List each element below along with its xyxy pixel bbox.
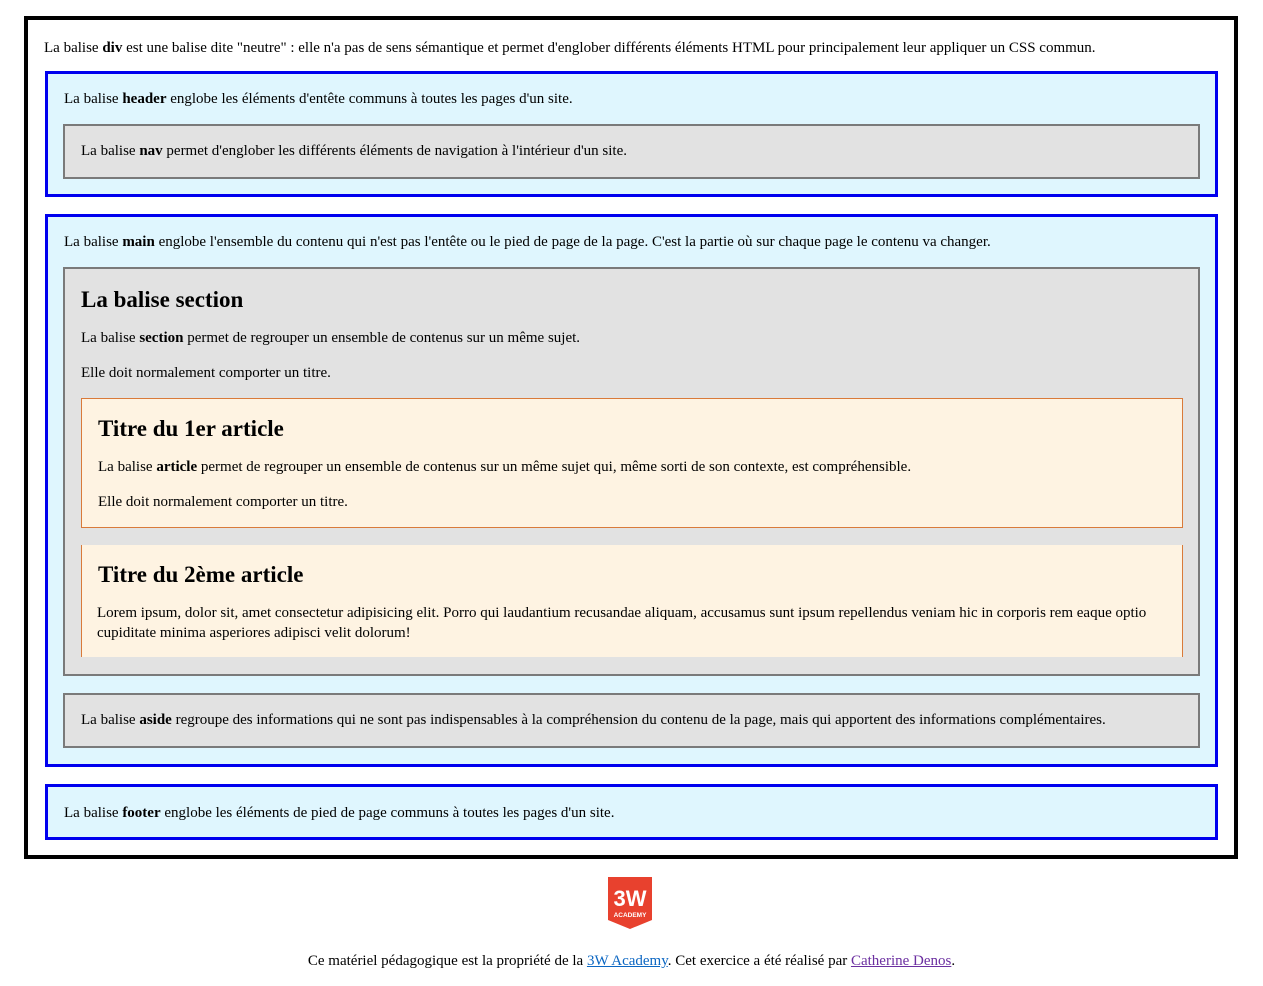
div-block: La balise div est une balise dite "neutr…	[24, 16, 1238, 859]
credits-line: Ce matériel pédagogique est la propriété…	[307, 953, 956, 969]
section-tag-name: section	[139, 330, 184, 346]
3w-academy-link[interactable]: 3W Academy	[587, 953, 668, 969]
section-paragraph-2: Elle doit normalement comporter un titre…	[81, 365, 331, 381]
article-1-title: Titre du 1er article	[98, 416, 284, 441]
aside-tag-name: aside	[139, 712, 172, 728]
nav-block: La balise nav permet d'englober les diff…	[63, 124, 1200, 179]
main-tag-name: main	[122, 234, 155, 250]
author-link[interactable]: Catherine Denos	[851, 953, 951, 969]
nav-description: La balise nav permet d'englober les diff…	[81, 143, 628, 159]
3w-academy-logo: 3W ACADEMY	[608, 877, 652, 929]
footer-block: La balise footer englobe les éléments de…	[45, 784, 1218, 840]
aside-description: La balise aside regroupe des information…	[81, 712, 1106, 728]
article-1-paragraph-2: Elle doit normalement comporter un titre…	[98, 494, 348, 510]
section-title: La balise section	[81, 287, 244, 312]
article-2-title: Titre du 2ème article	[98, 562, 304, 587]
div-description: La balise div est une balise dite "neutr…	[44, 40, 1096, 56]
article-1: Titre du 1er article La balise article p…	[81, 398, 1183, 528]
footer-description: La balise footer englobe les éléments de…	[64, 805, 615, 821]
article-tag-name: article	[156, 459, 198, 475]
header-block: La balise header englobe les éléments d'…	[45, 71, 1218, 197]
article-2: Titre du 2ème article Lorem ipsum, dolor…	[81, 545, 1183, 657]
section-paragraph-1: La balise section permet de regrouper un…	[81, 330, 581, 346]
aside-block: La balise aside regroupe des information…	[63, 693, 1200, 748]
footer-tag-name: footer	[122, 805, 161, 821]
main-block: La balise main englobe l'ensemble du con…	[45, 214, 1218, 767]
section-block: La balise section La balise section perm…	[63, 267, 1200, 676]
header-tag-name: header	[122, 91, 167, 107]
div-tag-name: div	[102, 40, 123, 56]
svg-text:3W: 3W	[614, 886, 647, 911]
article-1-paragraph-1: La balise article permet de regrouper un…	[98, 459, 912, 475]
svg-text:ACADEMY: ACADEMY	[614, 912, 648, 919]
nav-tag-name: nav	[139, 143, 163, 159]
article-2-paragraph-1: Lorem ipsum, dolor sit, amet consectetur…	[97, 605, 1147, 641]
header-description: La balise header englobe les éléments d'…	[64, 91, 573, 107]
main-description: La balise main englobe l'ensemble du con…	[64, 234, 991, 250]
